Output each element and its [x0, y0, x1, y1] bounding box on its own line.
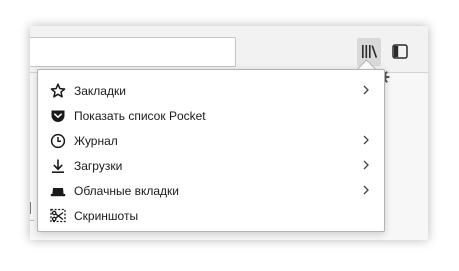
pocket-icon — [50, 108, 66, 124]
chevron-right-icon — [360, 134, 372, 146]
menu-item-bookmarks[interactable]: Закладки — [38, 78, 384, 103]
address-bar[interactable] — [30, 37, 236, 67]
menu-item-history[interactable]: Журнал — [38, 128, 384, 153]
menu-item-label: Облачные вкладки — [74, 183, 179, 198]
sidebar-icon — [392, 44, 408, 59]
screenshot-icon — [50, 208, 66, 224]
menu-item-label: Журнал — [74, 133, 118, 148]
chevron-right-icon — [360, 84, 372, 96]
menu-item-label: Показать список Pocket — [74, 108, 206, 123]
chevron-right-icon — [360, 184, 372, 196]
library-menu: Закладки Показать список Pocket Журнал З… — [37, 69, 385, 232]
page-edge-mark — [30, 202, 35, 214]
divider — [30, 220, 34, 221]
menu-item-synced-tabs[interactable]: Облачные вкладки — [38, 178, 384, 203]
sidebar-button[interactable] — [388, 40, 412, 64]
synced-tabs-icon — [50, 183, 66, 199]
download-icon — [50, 158, 66, 174]
menu-item-screenshots[interactable]: Скриншоты — [38, 203, 384, 228]
star-icon — [50, 82, 66, 99]
chevron-right-icon — [360, 159, 372, 171]
menu-item-pocket[interactable]: Показать список Pocket — [38, 103, 384, 128]
menu-item-label: Загрузки — [74, 158, 123, 173]
menu-item-label: Закладки — [74, 83, 126, 98]
clock-icon — [50, 133, 66, 149]
menu-item-label: Скриншоты — [74, 208, 139, 223]
menu-item-downloads[interactable]: Загрузки — [38, 153, 384, 178]
